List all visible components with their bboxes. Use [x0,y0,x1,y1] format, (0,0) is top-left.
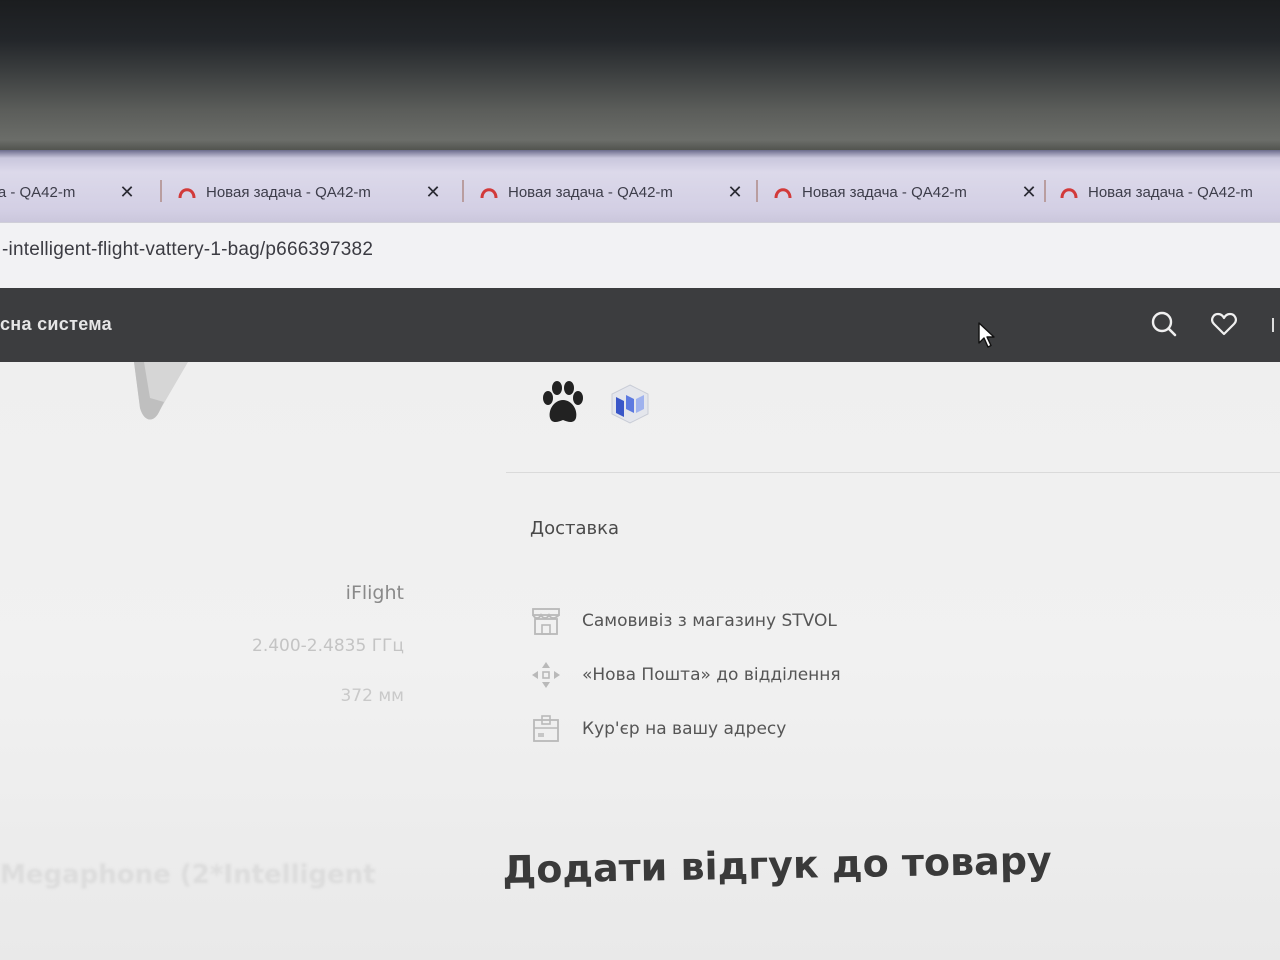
browser-tab[interactable]: Новая задача - QA42-m ✕ [178,174,441,210]
package-icon [533,715,559,742]
product-page: iFlight 2.400-2.4835 ГГц 372 мм Доставка… [0,362,1280,960]
delivery-option-pickup: Самовивіз з магазину STVOL [530,606,837,636]
browser-tab[interactable]: Новая задача - QA42-m ✕ [774,174,1037,210]
delivery-option-label: Кур'єр на вашу адресу [582,719,787,739]
arrows-move-icon [532,662,560,688]
paw-icon[interactable] [538,380,588,428]
monitor-bezel [0,0,1280,150]
spec-value-size: 372 мм [340,686,404,706]
url-text[interactable]: -intelligent-flight-vattery-1-bag/p66639… [2,239,373,261]
jira-arc-icon [774,188,792,199]
tab-title: Новая задача - QA42-m [802,183,967,201]
tab-title: ча - QA42-m [0,183,76,201]
heart-icon[interactable] [1210,310,1238,338]
browser-tab[interactable]: ча - QA42-m ✕ [0,174,135,210]
browser-tab[interactable]: Новая задача - QA42-m ✕ [480,174,743,210]
delivery-option-nova-poshta: «Нова Пошта» до відділення [530,660,841,690]
review-heading: Додати відгук до товару [502,838,1053,892]
tab-strip: ча - QA42-m ✕ Новая задача - QA42-m ✕ Но… [0,150,1280,222]
cube-logo-icon[interactable] [610,383,650,425]
jira-arc-icon [1060,188,1078,199]
jira-arc-icon [480,188,498,199]
delivery-option-label: «Нова Пошта» до відділення [582,665,841,685]
tab-title: Новая задача - QA42-m [508,183,673,201]
section-divider [506,472,1280,473]
close-icon[interactable]: ✕ [425,182,441,203]
delivery-title: Доставка [530,518,619,539]
close-icon[interactable]: ✕ [1021,182,1037,203]
browser-tab[interactable]: Новая задача - QA42-m [1060,174,1280,210]
tab-separator [160,180,162,202]
spec-value-frequency: 2.400-2.4835 ГГц [252,636,404,656]
store-icon [532,608,560,635]
spec-value-brand: iFlight [345,582,404,604]
product-image-fragment [134,362,188,420]
brand-icons [538,380,650,428]
tab-separator [462,180,464,202]
product-title-faded: Megaphone (2*Intelligent [0,860,376,890]
search-icon[interactable] [1150,310,1178,338]
close-icon[interactable]: ✕ [119,182,135,203]
cart-icon[interactable] [1272,318,1280,332]
mouse-cursor-icon [978,322,995,348]
delivery-option-courier: Кур'єр на вашу адресу [530,714,786,744]
tab-separator [1044,180,1046,202]
tab-title: Новая задача - QA42-m [1088,183,1253,201]
site-navigation: сна система [0,288,1280,362]
address-bar[interactable]: -intelligent-flight-vattery-1-bag/p66639… [0,222,1280,288]
delivery-option-label: Самовивіз з магазину STVOL [582,611,837,631]
jira-arc-icon [178,188,196,199]
tab-title: Новая задача - QA42-m [206,183,371,201]
nav-menu-item[interactable]: сна система [0,314,112,335]
browser-window: ча - QA42-m ✕ Новая задача - QA42-m ✕ Но… [0,150,1280,960]
tab-separator [756,180,758,202]
close-icon[interactable]: ✕ [727,182,743,203]
